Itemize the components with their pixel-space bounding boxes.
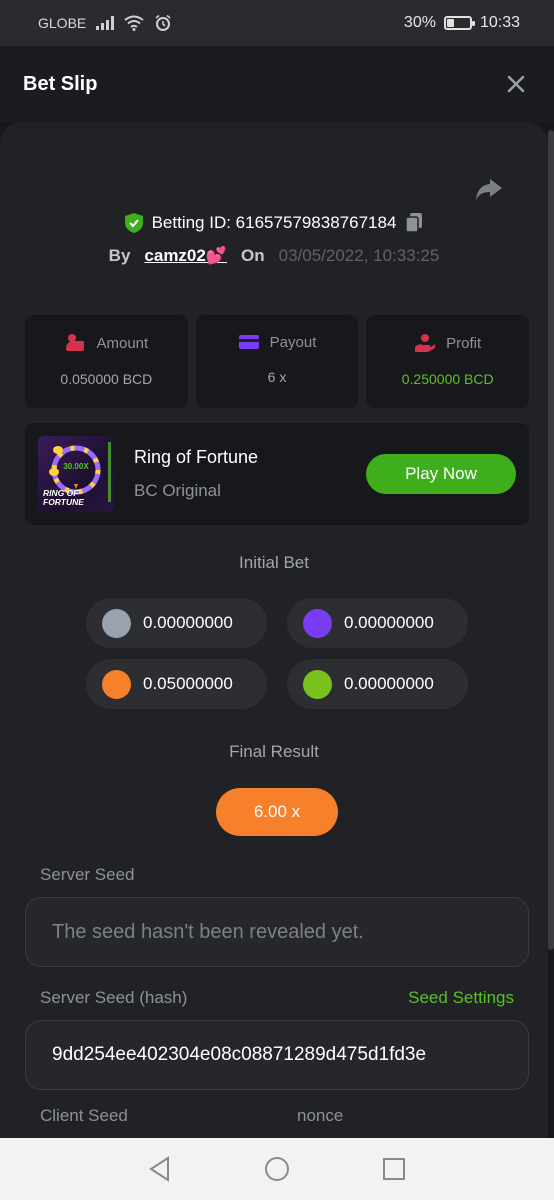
server-seed-hash-label: Server Seed (hash)	[40, 988, 188, 1007]
thumb-title-2: FORTUNE	[43, 497, 84, 507]
battery-percent: 30%	[403, 14, 436, 31]
payout-icon	[238, 335, 259, 349]
coin-dot	[303, 669, 332, 699]
page-title: Bet Slip	[23, 72, 98, 95]
system-nav-bar	[0, 1138, 554, 1200]
amount-value: 0.050000 BCD	[60, 371, 153, 387]
close-icon	[507, 75, 525, 93]
server-seed-field[interactable]: The seed hasn't been revealed yet.	[25, 897, 529, 967]
amount-icon	[66, 334, 85, 351]
share-button[interactable]	[472, 172, 506, 206]
username-link[interactable]: camz02💕	[144, 246, 227, 266]
shield-check-icon	[124, 213, 143, 233]
coin-pill: 0.00000000	[287, 598, 468, 648]
coin-value: 0.00000000	[344, 613, 434, 632]
by-row: By camz02💕 On 03/05/2022, 10:33:25	[0, 246, 548, 266]
home-circle-icon	[265, 1157, 289, 1181]
close-button[interactable]	[501, 69, 531, 99]
by-label: By	[108, 246, 131, 265]
status-right: 30% 10:33	[404, 14, 520, 32]
profit-card: Profit 0.250000 BCD	[366, 315, 530, 408]
coin-value: 0.05000000	[143, 674, 233, 693]
bet-date: 03/05/2022, 10:33:25	[278, 246, 440, 265]
home-button[interactable]	[262, 1154, 292, 1184]
wifi-icon	[124, 15, 144, 31]
back-button[interactable]	[145, 1154, 175, 1184]
coin-value: 0.00000000	[143, 613, 233, 632]
seed-settings-link[interactable]: Seed Settings	[408, 988, 514, 1008]
coin-pill: 0.00000000	[287, 659, 468, 709]
play-now-button[interactable]: Play Now	[366, 454, 516, 494]
back-triangle-icon	[149, 1156, 169, 1182]
initial-bet-title: Initial Bet	[239, 553, 309, 572]
payout-label: Payout	[269, 333, 317, 351]
header: Bet Slip	[0, 46, 554, 122]
game-thumbnail: 30.00X RING OF FORTUNE	[38, 436, 114, 512]
nonce-label: nonce	[297, 1106, 344, 1125]
carrier-label: GLOBE	[38, 15, 87, 31]
coin-dot	[102, 608, 131, 638]
server-seed-value: The seed hasn't been revealed yet.	[52, 920, 364, 943]
amount-label: Amount	[96, 334, 149, 352]
recents-square-icon	[383, 1158, 405, 1180]
final-result-badge: 6.00 x	[216, 788, 338, 836]
scrollbar[interactable]	[548, 130, 554, 950]
payout-value: 6 x	[267, 369, 287, 385]
betting-id-row: Betting ID: 61657579838767184	[0, 212, 548, 234]
alarm-icon	[155, 14, 171, 31]
betting-id: Betting ID: 61657579838767184	[151, 213, 397, 232]
client-seed-label: Client Seed	[40, 1106, 128, 1125]
coin-dot	[102, 669, 131, 699]
server-seed-hash-value: 9dd254ee402304e08c08871289d475d1fd3e	[52, 1044, 427, 1065]
coin-pill: 0.00000000	[86, 598, 267, 648]
on-label: On	[241, 246, 265, 265]
status-left: GLOBE	[38, 14, 172, 32]
game-subtitle: BC Original	[134, 481, 221, 500]
battery-fill	[446, 19, 455, 27]
payout-card: Payout 6 x	[195, 315, 359, 408]
clock: 10:33	[479, 14, 520, 31]
game-card: 30.00X RING OF FORTUNE Ring of Fortune B…	[25, 423, 529, 525]
profit-icon	[415, 334, 436, 352]
ring-of-fortune-image: 30.00X RING OF FORTUNE	[43, 442, 111, 507]
battery-icon	[443, 16, 475, 30]
server-seed-label: Server Seed	[40, 865, 135, 884]
bet-slip-panel: Betting ID: 61657579838767184 By camz02💕…	[0, 122, 548, 1138]
coin-value: 0.00000000	[344, 674, 434, 693]
final-result-title: Final Result	[229, 742, 319, 761]
coin-dot	[303, 608, 332, 638]
recents-button[interactable]	[379, 1154, 409, 1184]
copy-icon[interactable]	[404, 212, 424, 234]
amount-card: Amount 0.050000 BCD	[25, 315, 188, 408]
profit-value: 0.250000 BCD	[401, 371, 494, 387]
profit-label: Profit	[446, 334, 482, 352]
stats-row: Amount 0.050000 BCD Payout 6 x Profit 0.…	[25, 315, 530, 408]
signal-icon	[96, 16, 115, 30]
status-bar: GLOBE 30% 10:33	[0, 0, 554, 46]
coin-pill: 0.05000000	[86, 659, 267, 709]
share-icon	[476, 179, 502, 200]
thumb-multiplier: 30.00X	[63, 462, 89, 471]
server-seed-hash-field[interactable]: 9dd254ee402304e08c08871289d475d1fd3e	[25, 1020, 529, 1090]
game-title: Ring of Fortune	[134, 447, 259, 467]
